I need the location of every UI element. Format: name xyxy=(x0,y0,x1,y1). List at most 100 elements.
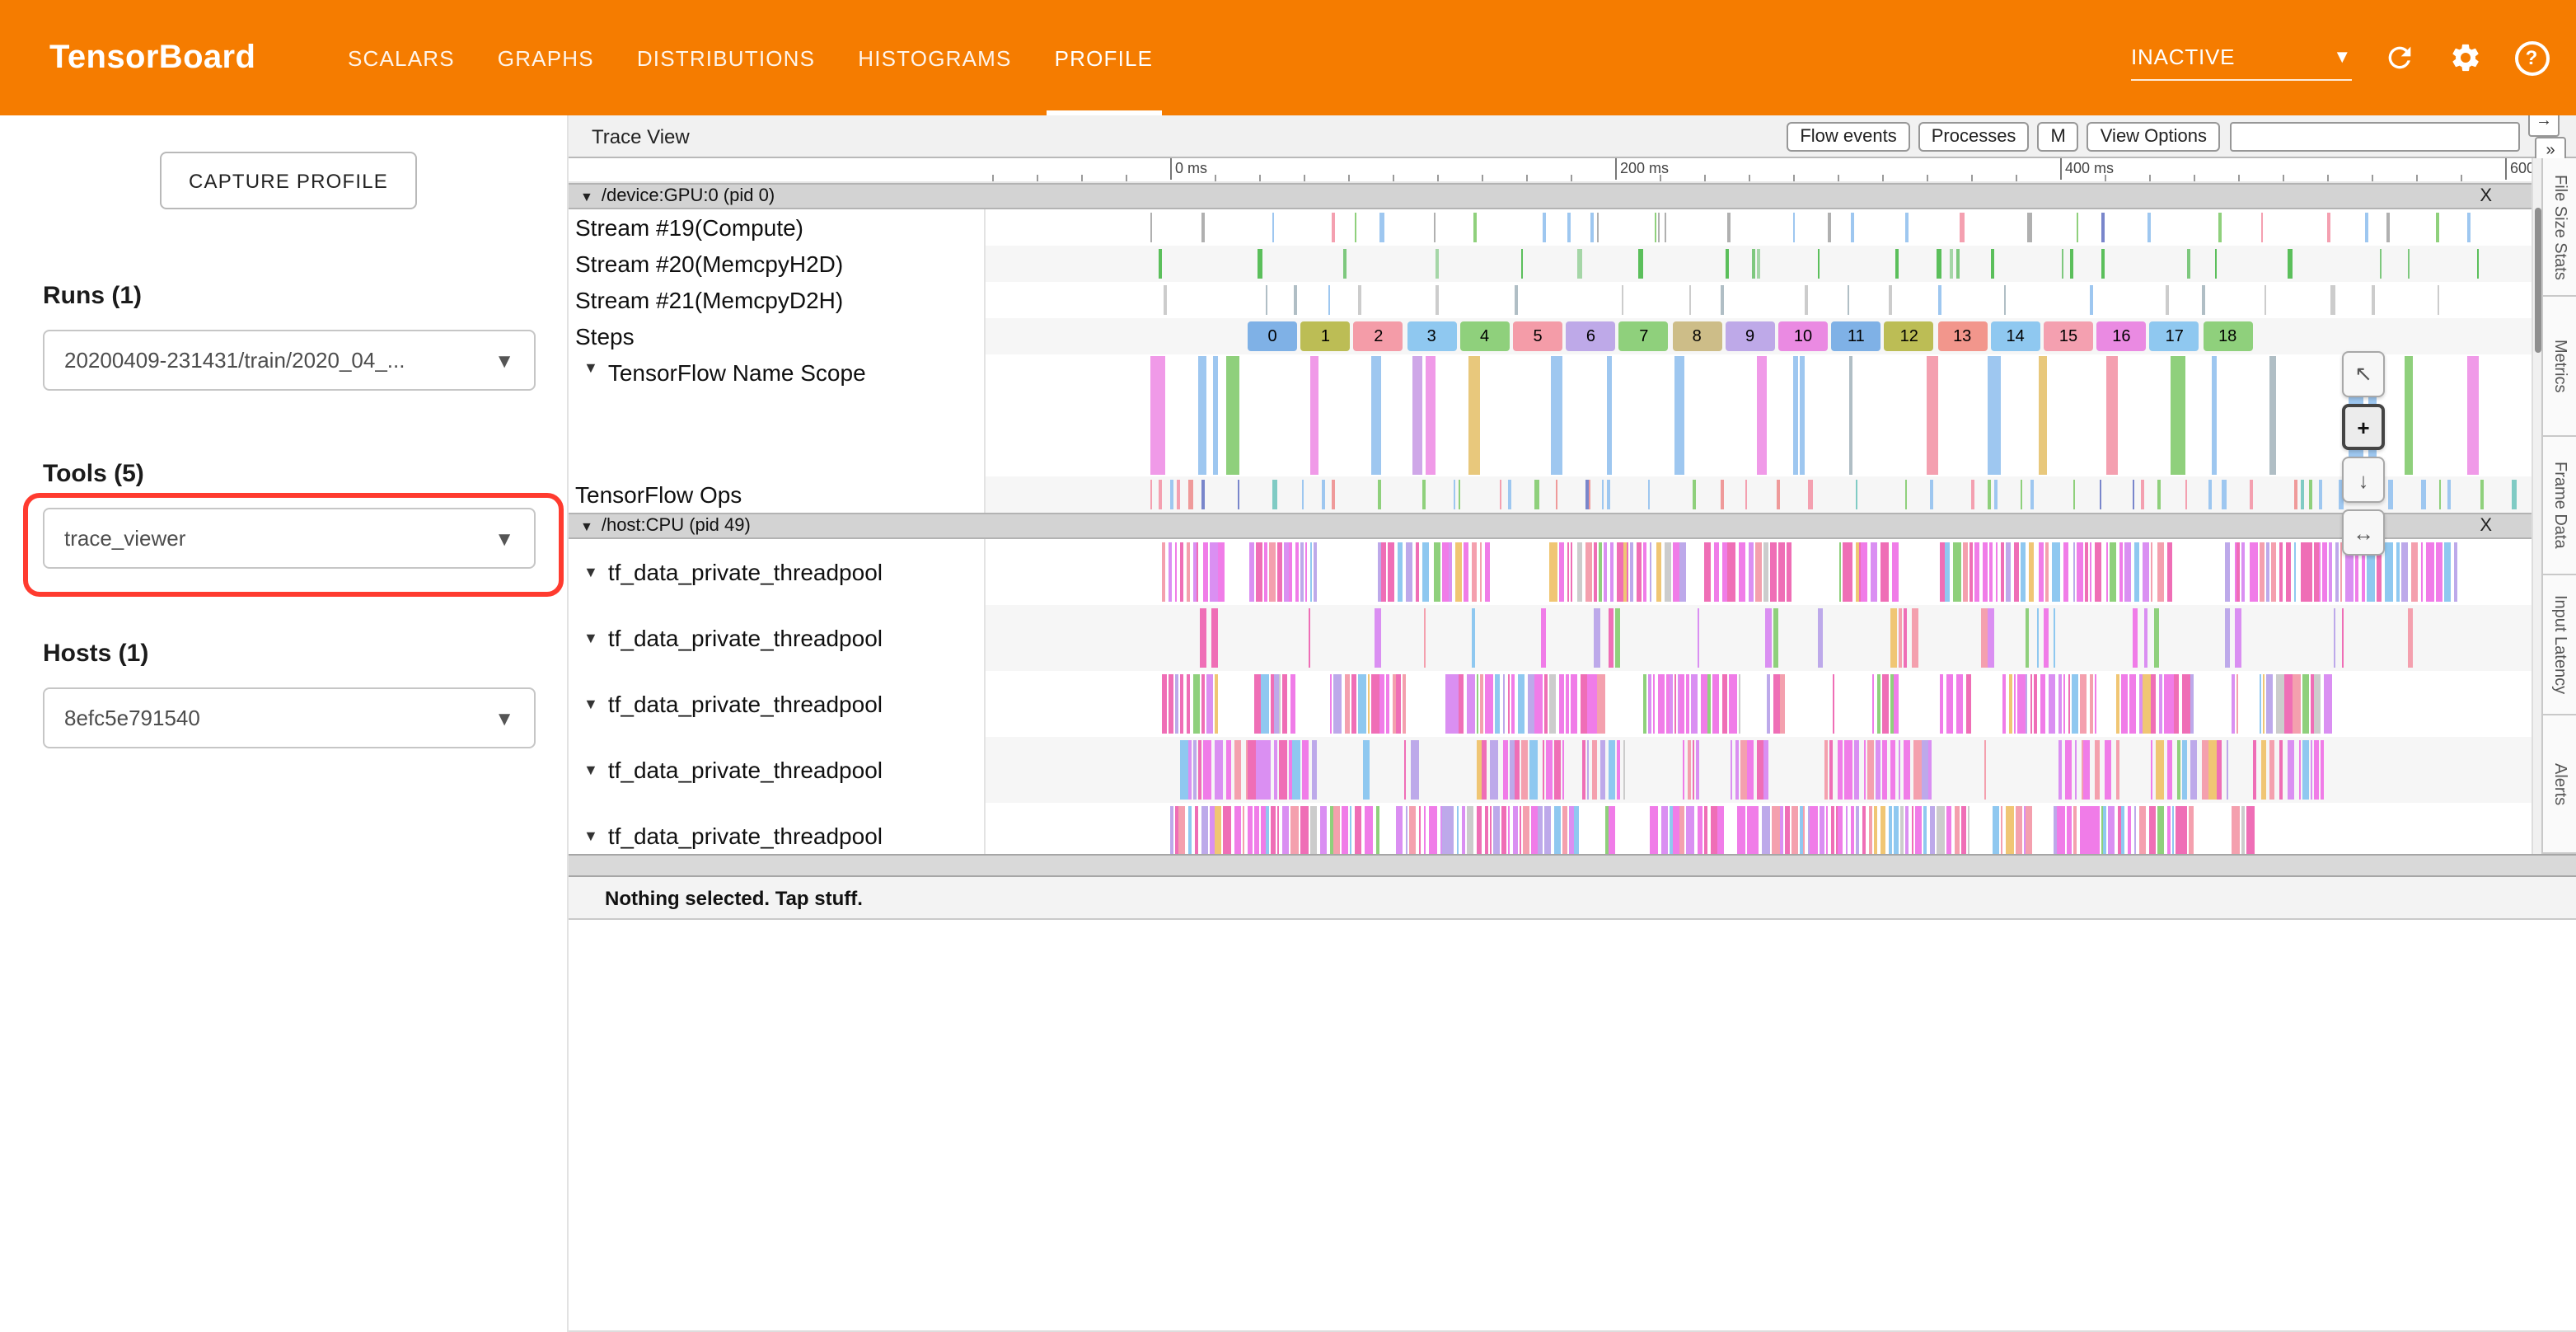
trace-event xyxy=(1363,740,1369,800)
trace-search-input[interactable] xyxy=(2230,121,2520,151)
trace-event xyxy=(1491,740,1498,800)
step-chip[interactable]: 13 xyxy=(1937,321,1987,351)
runs-dropdown[interactable]: 20200409-231431/train/2020_04_... ▼ xyxy=(43,330,536,391)
hosts-dropdown[interactable]: 8efc5e791540 ▼ xyxy=(43,687,536,748)
step-chip[interactable]: 15 xyxy=(2044,321,2093,351)
step-chip[interactable]: 10 xyxy=(1778,321,1828,351)
scrollbar-thumb[interactable] xyxy=(2535,208,2541,353)
step-chip[interactable]: 4 xyxy=(1460,321,1510,351)
step-chip[interactable]: 18 xyxy=(2203,321,2252,351)
processes-button[interactable]: Processes xyxy=(1918,122,2030,152)
trace-event xyxy=(1215,674,1219,734)
trace-event xyxy=(1546,740,1553,800)
help-icon[interactable]: ? xyxy=(2513,40,2550,76)
step-chip[interactable]: 17 xyxy=(2150,321,2199,351)
track-chart[interactable] xyxy=(986,803,2532,854)
refresh-icon[interactable] xyxy=(2382,40,2418,76)
trace-event xyxy=(1210,542,1217,602)
trace-event xyxy=(1679,806,1684,854)
side-tab-metrics[interactable]: Metrics xyxy=(2543,298,2576,437)
trace-event xyxy=(2437,285,2438,315)
runs-label: Runs (1) xyxy=(43,282,142,310)
trace-event xyxy=(1904,213,1908,242)
step-chip[interactable]: 3 xyxy=(1407,321,1456,351)
vertical-scrollbar[interactable] xyxy=(2532,158,2541,854)
trace-event xyxy=(2366,213,2369,242)
status-dropdown[interactable]: INACTIVE ▼ xyxy=(2131,35,2352,80)
trace-event xyxy=(1911,806,1914,854)
flow-events-button[interactable]: Flow events xyxy=(1787,122,1909,152)
step-chip[interactable]: 14 xyxy=(1991,321,2040,351)
trace-event xyxy=(1839,542,1842,602)
trace-event xyxy=(1738,674,1740,734)
trace-event xyxy=(1175,542,1177,602)
track-chart[interactable] xyxy=(986,605,2532,671)
track-chart[interactable] xyxy=(986,737,2532,803)
tab-distributions[interactable]: DISTRIBUTIONS xyxy=(616,0,836,115)
side-tab-input-latency[interactable]: Input Latency xyxy=(2543,575,2576,715)
trace-event xyxy=(1757,249,1760,279)
track-chart[interactable]: 0123456789101112131415161718 xyxy=(986,318,2532,354)
side-tab-frame-data[interactable]: Frame Data xyxy=(2543,437,2576,576)
trace-event xyxy=(2070,249,2073,279)
trace-timeline[interactable]: 0 ms200 ms400 ms600 ▼/device:GPU:0 (pid … xyxy=(569,158,2532,854)
trace-event xyxy=(1697,806,1702,854)
collapse-caret-icon[interactable]: ▼ xyxy=(583,359,598,376)
tab-scalars[interactable]: SCALARS xyxy=(326,0,476,115)
track-chart[interactable] xyxy=(986,539,2532,605)
track-chart[interactable] xyxy=(986,246,2532,282)
tools-dropdown[interactable]: trace_viewer ▼ xyxy=(43,508,536,569)
side-tab-file-size-stats[interactable]: File Size Stats xyxy=(2543,158,2576,298)
track-chart[interactable] xyxy=(986,476,2532,513)
gear-icon[interactable] xyxy=(2447,40,2484,76)
select-tool-icon[interactable]: ↖ xyxy=(2342,351,2385,397)
step-chip[interactable]: 16 xyxy=(2096,321,2146,351)
timing-tool-icon[interactable]: ↔ xyxy=(2342,509,2385,556)
close-icon[interactable]: X xyxy=(2480,516,2492,536)
step-chip[interactable]: 5 xyxy=(1513,321,1562,351)
track-chart[interactable] xyxy=(986,354,2532,476)
pan-tool-icon[interactable]: ↓ xyxy=(2342,457,2385,503)
trace-event xyxy=(2269,356,2276,475)
close-icon[interactable]: X xyxy=(2480,186,2492,206)
tab-histograms[interactable]: HISTOGRAMS xyxy=(836,0,1033,115)
trace-event xyxy=(2171,356,2185,475)
trace-event xyxy=(1262,674,1269,734)
trace-event xyxy=(1904,480,1907,509)
step-chip[interactable]: 8 xyxy=(1672,321,1721,351)
trace-event xyxy=(1715,542,1719,602)
process-header[interactable]: ▼/device:GPU:0 (pid 0)X xyxy=(569,183,2532,209)
zoom-tool-icon[interactable]: + xyxy=(2342,404,2385,450)
track-chart[interactable] xyxy=(986,671,2532,737)
collapse-caret-icon[interactable]: ▼ xyxy=(583,762,598,778)
step-chip[interactable]: 1 xyxy=(1300,321,1350,351)
trace-event xyxy=(1730,740,1733,800)
step-chip[interactable]: 12 xyxy=(1885,321,1934,351)
trace-event xyxy=(1534,480,1539,509)
collapse-caret-icon[interactable]: ▼ xyxy=(583,630,598,646)
step-chip[interactable]: 2 xyxy=(1354,321,1403,351)
trace-event xyxy=(1660,806,1668,854)
trace-event xyxy=(1779,542,1785,602)
step-chip[interactable]: 7 xyxy=(1619,321,1669,351)
tab-graphs[interactable]: GRAPHS xyxy=(476,0,616,115)
collapse-caret-icon[interactable]: ▼ xyxy=(583,696,598,712)
step-chip[interactable]: 9 xyxy=(1726,321,1775,351)
track-chart[interactable] xyxy=(986,282,2532,318)
collapse-caret-icon[interactable]: ▼ xyxy=(583,828,598,844)
trace-event xyxy=(1195,806,1199,854)
m-button[interactable]: M xyxy=(2037,122,2078,152)
process-header[interactable]: ▼/host:CPU (pid 49)X xyxy=(569,513,2532,539)
trace-event xyxy=(2151,674,2156,734)
trace-event xyxy=(1380,213,1384,242)
panel-splitter[interactable] xyxy=(569,854,2576,877)
tab-profile[interactable]: PROFILE xyxy=(1033,0,1175,115)
capture-profile-button[interactable]: CAPTURE PROFILE xyxy=(160,152,417,209)
collapse-caret-icon[interactable]: ▼ xyxy=(583,564,598,580)
view-options-button[interactable]: View Options xyxy=(2087,122,2220,152)
step-chip[interactable]: 11 xyxy=(1831,321,1880,351)
side-tab-alerts[interactable]: Alerts xyxy=(2543,715,2576,854)
step-chip[interactable]: 6 xyxy=(1566,321,1615,351)
track-chart[interactable] xyxy=(986,209,2532,246)
step-chip[interactable]: 0 xyxy=(1248,321,1297,351)
